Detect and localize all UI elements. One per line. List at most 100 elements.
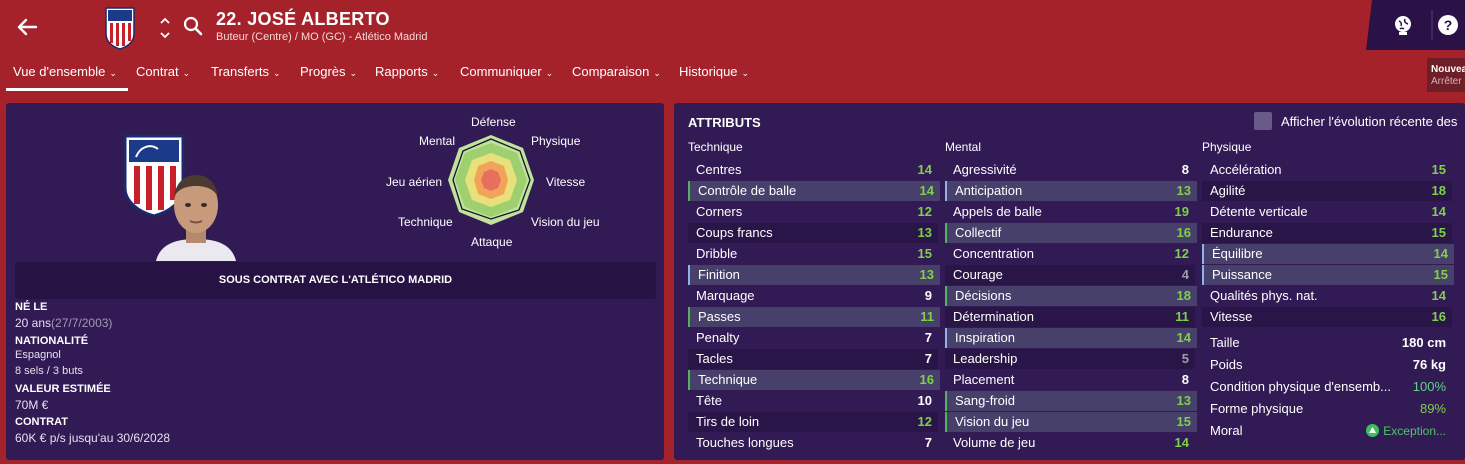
support-globe-icon[interactable] [1392,14,1414,36]
attr-row-anticipation[interactable]: Anticipation 13 [945,181,1197,201]
radar-label-attaque: Attaque [471,235,513,249]
info-row-forme: Forme physique 89% [1210,401,1446,416]
attr-row-coups-francs[interactable]: Coups francs 13 [688,223,938,243]
attr-row-collectif[interactable]: Collectif 16 [945,223,1197,243]
radar-label-vitesse: Vitesse [546,175,586,189]
radar-label-mental: Mental [419,134,456,148]
attr-row-passes[interactable]: Passes 11 [688,307,940,327]
info-row-condition: Condition physique d'ensemb... 100% [1210,379,1446,394]
technique-header: Technique [688,140,743,154]
previous-next-player-icon[interactable] [158,14,172,42]
radar-label-defense: Défense [471,115,516,129]
player-position-club: Buteur (Centre) / MO (GC) - Atlético Mad… [216,31,428,43]
notification-title: Nouveau [1431,64,1465,75]
attr-row-penalty[interactable]: Penalty 7 [688,328,938,348]
attr-row-agilite[interactable]: Agilité 18 [1202,181,1452,201]
notification-action: Arrêter [1431,76,1462,87]
attr-row-decisions[interactable]: Décisions 18 [945,286,1197,306]
show-evolution-checkbox[interactable] [1254,112,1272,130]
attr-row-technique[interactable]: Technique 16 [688,370,940,390]
chevron-down-icon: ⌄ [653,68,661,78]
chevron-down-icon: ⌄ [109,68,117,78]
attr-row-equilibre[interactable]: Équilibre 14 [1202,244,1454,264]
attr-row-detente-verticale[interactable]: Détente verticale 14 [1202,202,1452,222]
player-tabs: Vue d'ensemble ⌄ Contrat ⌄ Transferts ⌄ Pro… [0,64,1420,90]
attr-row-agressivite[interactable]: Agressivité 8 [945,160,1195,180]
morale-up-icon [1366,424,1380,437]
tab-reports[interactable]: Rapports ⌄ [375,64,439,79]
chevron-down-icon: ⌄ [349,68,358,78]
attr-row-tirs-de-loin[interactable]: Tirs de loin 12 [688,412,938,432]
chevron-down-icon: ⌄ [545,68,554,78]
attr-row-sang-froid[interactable]: Sang-froid 13 [945,391,1197,411]
attr-row-leadership[interactable]: Leadership 5 [945,349,1195,369]
tab-transfers[interactable]: Transferts ⌄ [211,64,281,79]
info-row-moral[interactable]: Moral Exception... [1202,420,1452,442]
tab-communicate[interactable]: Communiquer ⌄ [460,64,553,79]
attr-row-courage[interactable]: Courage 4 [945,265,1195,285]
player-name: 22. JOSÉ ALBERTO [216,9,390,29]
attr-row-volume-de-jeu[interactable]: Volume de jeu 14 [945,433,1195,453]
top-right-toolbar: ? [1366,0,1465,50]
new-notification[interactable]: Nouveau Arrêter [1427,58,1465,92]
player-photo [156,167,236,261]
radar-label-vision: Vision du jeu [531,215,600,229]
nationality-value[interactable]: Espagnol [15,349,61,361]
attr-row-placement[interactable]: Placement 8 [945,370,1195,390]
caps-value: 8 sels / 3 buts [15,365,83,377]
attr-row-qualites-phys[interactable]: Qualités phys. nat. 14 [1202,286,1452,306]
nationality-label: NATIONALITÉ [15,335,89,347]
search-icon[interactable] [183,16,203,36]
attributes-title: ATTRIBUTS [688,115,761,130]
tab-overview[interactable]: Vue d'ensemble ⌄ [13,64,117,79]
chevron-down-icon: ⌄ [431,68,440,78]
info-row-taille: Taille 180 cm [1210,335,1446,350]
tab-contract[interactable]: Contrat ⌄ [136,64,190,79]
attr-row-finition[interactable]: Finition 13 [688,265,940,285]
contract-status-banner: SOUS CONTRAT AVEC L'ATLÉTICO MADRID [15,262,656,299]
born-label: NÉ LE [15,301,48,313]
tab-progress[interactable]: Progrès ⌄ [300,64,357,79]
tab-comparison[interactable]: Comparaison ⌄ [572,64,661,79]
attr-row-inspiration[interactable]: Inspiration 14 [945,328,1197,348]
club-crest-icon[interactable] [104,6,136,50]
chevron-down-icon: ⌄ [273,68,281,78]
radar-label-aerial: Jeu aérien [386,175,443,189]
attr-row-centres[interactable]: Centres 14 [688,160,938,180]
attr-row-marquage[interactable]: Marquage 9 [688,286,938,306]
attr-row-determination[interactable]: Détermination 11 [945,307,1195,327]
radar-label-physique: Physique [531,134,581,148]
attr-row-concentration[interactable]: Concentration 12 [945,244,1195,264]
attr-row-endurance[interactable]: Endurance 15 [1202,223,1452,243]
physique-header: Physique [1202,140,1252,154]
attr-row-appels-de-balle[interactable]: Appels de balle 19 [945,202,1195,222]
age-value: 20 ans(27/7/2003) [15,316,113,330]
attr-row-vitesse[interactable]: Vitesse 16 [1202,307,1452,327]
contract-value: 60K € p/s jusqu'au 30/6/2028 [15,431,171,445]
value-amount: 70M € [15,398,49,412]
value-label: VALEUR ESTIMÉE [15,383,111,395]
active-tab-indicator [6,88,128,91]
attr-row-controle-de-balle[interactable]: Contrôle de balle 14 [688,181,940,201]
player-profile-panel: Défense Physique Vitesse Vision du jeu A… [6,103,664,460]
contract-label: CONTRAT [15,416,68,428]
attr-row-vision-du-jeu[interactable]: Vision du jeu 15 [945,412,1197,432]
info-row-poids: Poids 76 kg [1210,357,1446,372]
attr-row-puissance[interactable]: Puissance 15 [1202,265,1454,285]
attr-row-acceleration[interactable]: Accélération 15 [1202,160,1452,180]
radar-label-technique: Technique [398,215,453,229]
attr-row-dribble[interactable]: Dribble 15 [688,244,938,264]
attr-row-corners[interactable]: Corners 12 [688,202,938,222]
attr-row-touches-longues[interactable]: Touches longues 7 [688,433,938,453]
tab-history[interactable]: Historique ⌄ [679,64,749,79]
back-arrow-icon[interactable] [14,14,40,40]
svg-text:?: ? [1444,17,1453,33]
attr-row-tacles[interactable]: Tacles 7 [688,349,938,369]
chevron-down-icon: ⌄ [182,68,191,78]
show-evolution-label[interactable]: Afficher l'évolution récente des [1281,114,1457,129]
help-icon[interactable]: ? [1438,15,1458,35]
attr-row-tete[interactable]: Tête 10 [688,391,938,411]
mental-header: Mental [945,140,982,154]
attributes-panel: ATTRIBUTS Afficher l'évolution récente d… [674,103,1465,460]
chevron-down-icon: ⌄ [741,68,750,78]
